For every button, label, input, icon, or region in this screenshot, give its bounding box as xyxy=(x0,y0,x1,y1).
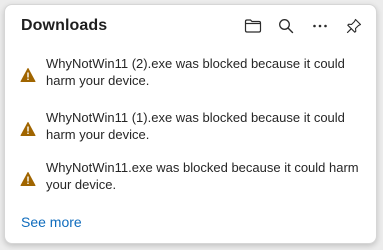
more-options-button[interactable] xyxy=(307,13,333,39)
warning-icon xyxy=(20,121,36,137)
open-downloads-folder-button[interactable] xyxy=(240,13,266,39)
panel-header: Downloads xyxy=(5,5,376,47)
search-downloads-button[interactable] xyxy=(273,13,299,39)
warning-icon xyxy=(20,67,36,83)
download-item-message: WhyNotWin11.exe was blocked because it c… xyxy=(46,160,359,192)
pin-icon xyxy=(346,18,362,34)
see-more-link[interactable]: See more xyxy=(21,214,82,230)
download-item-message: WhyNotWin11 (2).exe was blocked because … xyxy=(46,56,345,88)
search-icon xyxy=(278,18,294,34)
warning-icon xyxy=(20,171,36,187)
more-icon xyxy=(312,18,328,34)
folder-icon xyxy=(244,18,262,34)
downloads-panel: Downloads WhyNotWin11 (2).exe was blocke… xyxy=(4,4,377,244)
download-item[interactable]: WhyNotWin11 (2).exe was blocked because … xyxy=(5,55,376,105)
panel-title: Downloads xyxy=(21,17,108,34)
download-item[interactable]: WhyNotWin11.exe was blocked because it c… xyxy=(5,159,376,209)
pin-downloads-button[interactable] xyxy=(341,13,367,39)
download-item-message: WhyNotWin11 (1).exe was blocked because … xyxy=(46,110,345,142)
download-item[interactable]: WhyNotWin11 (1).exe was blocked because … xyxy=(5,109,376,159)
